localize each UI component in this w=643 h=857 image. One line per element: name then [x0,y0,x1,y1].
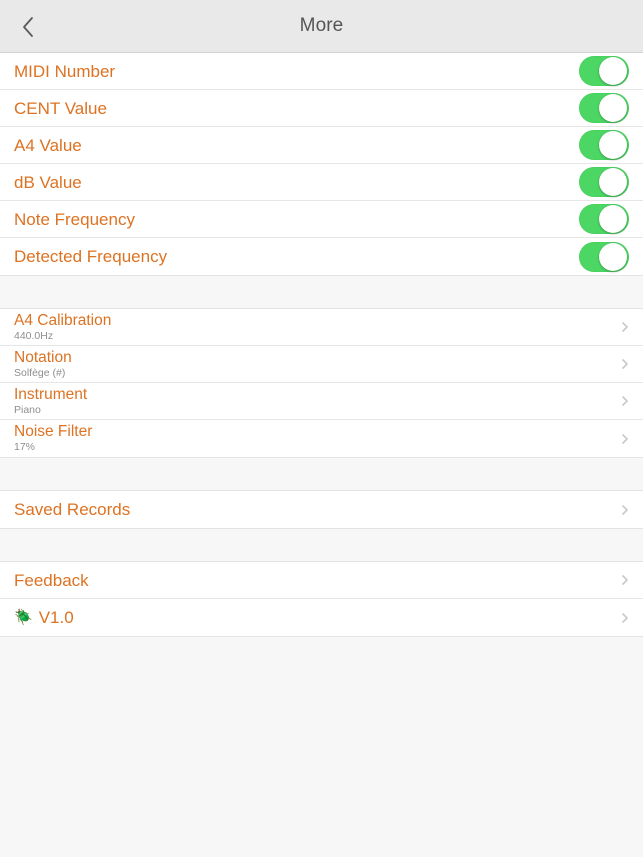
row-label: Instrument [14,386,88,403]
row-db-value[interactable]: dB Value [0,164,643,201]
toggle-knob [599,57,627,85]
back-button[interactable] [0,0,56,53]
more-settings-screen: More MIDI Number CENT Value A4 Value dB … [0,0,643,857]
chevron-right-icon [619,574,631,586]
row-label: Notation [14,349,72,366]
row-label: Detected Frequency [14,247,168,266]
row-midi-number[interactable]: MIDI Number [0,53,643,90]
row-label: A4 Value [14,135,82,155]
row-cent-value[interactable]: CENT Value [0,90,643,127]
row-label: Note Frequency [14,209,135,229]
toggle-knob [599,94,627,122]
chevron-right-icon [619,504,631,516]
chevron-left-icon [21,15,35,39]
row-value: Piano [14,404,41,416]
row-version[interactable]: 🪲 V1.0 [0,599,643,636]
toggle-knob [599,131,627,159]
row-label: dB Value [14,172,82,192]
section-gap [0,275,643,309]
row-label: Feedback [14,570,89,590]
bug-icon: 🪲 [14,609,33,626]
navigation-bar: More [0,0,643,53]
page-title: More [299,15,344,36]
toggle-knob [599,168,627,196]
toggle-note-frequency[interactable] [579,204,629,234]
display-options-section: MIDI Number CENT Value A4 Value dB Value… [0,53,643,275]
row-feedback[interactable]: Feedback [0,562,643,599]
row-a4-calibration[interactable]: A4 Calibration 440.0Hz [0,309,643,346]
row-value: 17% [14,441,36,453]
row-value: 440.0Hz [14,330,54,342]
empty-area [0,636,643,857]
row-notation[interactable]: Notation Solfège (#) [0,346,643,383]
row-noise-filter[interactable]: Noise Filter 17% [0,420,643,457]
toggle-cent-value[interactable] [579,93,629,123]
row-detected-frequency[interactable]: Detected Frequency [0,238,643,275]
row-value: Solfège (#) [14,367,66,379]
toggle-db-value[interactable] [579,167,629,197]
toggle-knob [599,205,627,233]
row-saved-records[interactable]: Saved Records [0,491,643,528]
row-label: A4 Calibration [14,312,112,329]
row-instrument[interactable]: Instrument Piano [0,383,643,420]
section-gap [0,528,643,562]
chevron-right-icon [619,395,631,407]
records-section: Saved Records [0,491,643,528]
chevron-right-icon [619,433,631,445]
row-label: Noise Filter [14,423,93,440]
toggle-midi-number[interactable] [579,56,629,86]
tuner-settings-section: A4 Calibration 440.0Hz Notation Solfège … [0,309,643,457]
chevron-right-icon [619,358,631,370]
row-a4-value[interactable]: A4 Value [0,127,643,164]
row-note-frequency[interactable]: Note Frequency [0,201,643,238]
toggle-detected-frequency[interactable] [579,241,629,272]
chevron-right-icon [619,612,631,624]
toggle-knob [599,242,627,271]
toggle-a4-value[interactable] [579,130,629,160]
row-label: CENT Value [14,98,107,118]
about-section: Feedback 🪲 V1.0 [0,562,643,636]
chevron-right-icon [619,321,631,333]
row-label: V1.0 [38,608,74,627]
row-label: Saved Records [14,500,131,519]
row-label: MIDI Number [14,61,116,81]
section-gap [0,457,643,491]
